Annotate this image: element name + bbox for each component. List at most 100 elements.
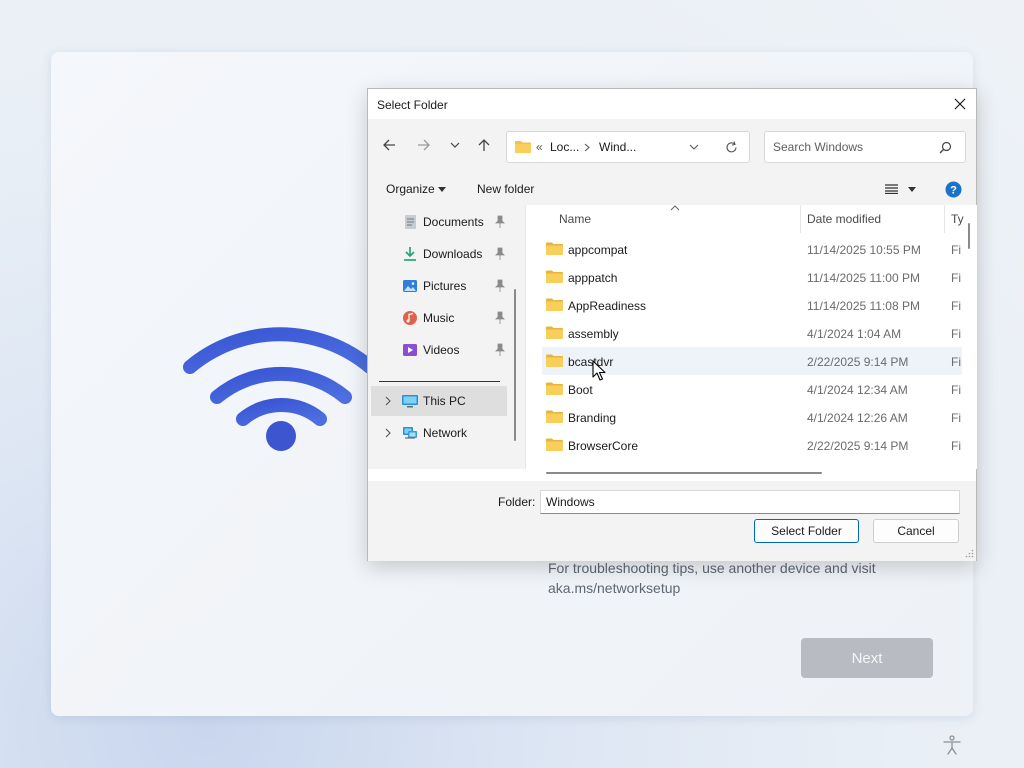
resize-grip-icon[interactable] — [965, 549, 974, 558]
file-row[interactable]: assembly 4/1/2024 1:04 AM Fi — [542, 319, 962, 347]
file-date: 4/1/2024 1:04 AM — [807, 327, 902, 341]
file-name: bcastdvr — [568, 355, 614, 369]
folder-icon — [546, 298, 563, 311]
accessibility-icon[interactable] — [941, 734, 963, 756]
folder-icon — [546, 382, 563, 395]
cancel-button[interactable]: Cancel — [873, 519, 959, 543]
dialog-footer: Folder: Select Folder Cancel — [368, 481, 976, 561]
recent-locations-button[interactable] — [443, 133, 467, 157]
new-folder-button[interactable]: New folder — [477, 182, 534, 196]
file-type: Fi — [951, 439, 961, 453]
breadcrumb-windows[interactable]: Wind... — [599, 140, 636, 154]
file-name: Branding — [568, 411, 617, 425]
nav-divider — [379, 381, 500, 382]
file-date: 2/22/2025 9:14 PM — [807, 439, 909, 453]
file-row[interactable]: Branding 4/1/2024 12:26 AM Fi — [542, 403, 962, 431]
svg-text:?: ? — [950, 185, 957, 197]
back-button[interactable] — [377, 133, 401, 157]
forward-arrow-icon — [418, 139, 430, 151]
file-date: 2/22/2025 9:14 PM — [807, 355, 909, 369]
pin-icon — [495, 215, 505, 228]
pin-icon — [495, 279, 505, 292]
close-button[interactable] — [944, 89, 976, 119]
up-arrow-icon — [478, 139, 490, 151]
file-date: 4/1/2024 12:26 AM — [807, 411, 908, 425]
file-type: Fi — [951, 327, 961, 341]
close-icon — [954, 98, 966, 110]
address-bar[interactable]: « Loc... Wind... — [506, 131, 750, 163]
search-icon[interactable] — [939, 141, 952, 154]
nav-pane-scrollbar[interactable] — [514, 289, 516, 441]
nav-item-pictures[interactable]: Pictures — [371, 271, 507, 301]
documents-icon — [405, 215, 416, 229]
file-type: Fi — [951, 411, 961, 425]
file-name: assembly — [568, 327, 619, 341]
file-row[interactable]: BrowserCore 2/22/2025 9:14 PM Fi — [542, 431, 962, 459]
file-row[interactable]: appcompat 11/14/2025 10:55 PM Fi — [542, 235, 962, 263]
nav-item-downloads[interactable]: Downloads — [371, 239, 507, 269]
nav-item-music[interactable]: Music — [371, 303, 507, 333]
refresh-icon[interactable] — [725, 141, 738, 154]
navigation-pane: Documents Downloads Pictures Music Video… — [368, 205, 525, 469]
folder-icon — [546, 242, 563, 255]
help-icon[interactable]: ? — [945, 181, 962, 198]
expand-chevron-icon[interactable] — [383, 427, 393, 439]
breadcrumb-local-disk[interactable]: Loc... — [550, 140, 579, 154]
organize-menu[interactable]: Organize — [386, 182, 435, 196]
breadcrumb-overflow[interactable]: « — [536, 140, 543, 154]
mouse-cursor-icon — [592, 360, 606, 381]
file-name: apppatch — [568, 271, 618, 285]
folder-name-input[interactable] — [540, 490, 960, 514]
up-button[interactable] — [472, 133, 496, 157]
select-folder-button[interactable]: Select Folder — [754, 519, 859, 543]
nav-item-documents[interactable]: Documents — [371, 207, 507, 237]
view-options-icon[interactable] — [885, 184, 898, 194]
troubleshooting-tip: For troubleshooting tips, use another de… — [548, 560, 876, 596]
file-date: 4/1/2024 12:34 AM — [807, 383, 908, 397]
forward-button[interactable] — [412, 133, 436, 157]
address-dropdown-icon[interactable] — [689, 143, 699, 151]
column-separator[interactable] — [944, 205, 945, 233]
file-date: 11/14/2025 11:08 PM — [807, 299, 920, 313]
nav-item-label: Network — [423, 426, 468, 440]
organize-dropdown-icon — [438, 187, 446, 192]
folder-icon — [546, 326, 563, 339]
column-separator[interactable] — [800, 205, 801, 233]
folder-icon — [546, 438, 563, 451]
folder-icon — [546, 270, 563, 283]
file-date: 11/14/2025 10:55 PM — [807, 243, 921, 257]
file-type: Fi — [951, 355, 961, 369]
file-name: AppReadiness — [568, 299, 647, 313]
nav-item-this-pc[interactable]: This PC — [371, 386, 507, 416]
navigation-bar: « Loc... Wind... — [368, 119, 976, 173]
dialog-title-bar: Select Folder — [368, 89, 976, 119]
network-icon — [403, 427, 417, 439]
nav-item-network[interactable]: Network — [371, 418, 507, 448]
folder-icon — [515, 141, 531, 153]
search-box[interactable] — [764, 131, 966, 163]
nav-item-label: Documents — [423, 215, 484, 229]
file-list-horizontal-scrollbar[interactable] — [546, 472, 822, 474]
breadcrumb-separator-icon — [584, 143, 590, 152]
next-button[interactable]: Next — [801, 638, 933, 678]
nav-item-label: Pictures — [423, 279, 467, 293]
file-type: Fi — [951, 271, 961, 285]
folder-icon — [546, 410, 563, 423]
search-input[interactable] — [773, 139, 933, 155]
view-dropdown-icon[interactable] — [908, 187, 916, 192]
pin-icon — [495, 343, 505, 356]
nav-item-videos[interactable]: Videos — [371, 335, 507, 365]
select-folder-dialog: Select Folder « Loc... Wind... Search Wi… — [367, 88, 977, 561]
this-pc-icon — [402, 395, 418, 408]
dialog-title: Select Folder — [377, 98, 448, 112]
folder-label: Folder: — [498, 495, 536, 509]
pin-icon — [495, 311, 505, 324]
file-list-vertical-scrollbar[interactable] — [968, 223, 970, 249]
expand-chevron-icon[interactable] — [383, 395, 393, 407]
downloads-icon — [404, 247, 416, 261]
back-arrow-icon — [383, 139, 395, 151]
nav-item-label: Videos — [423, 343, 460, 357]
file-row[interactable]: AppReadiness 11/14/2025 11:08 PM Fi — [542, 291, 962, 319]
file-row[interactable]: apppatch 11/14/2025 11:00 PM Fi — [542, 263, 962, 291]
pin-icon — [495, 247, 505, 260]
